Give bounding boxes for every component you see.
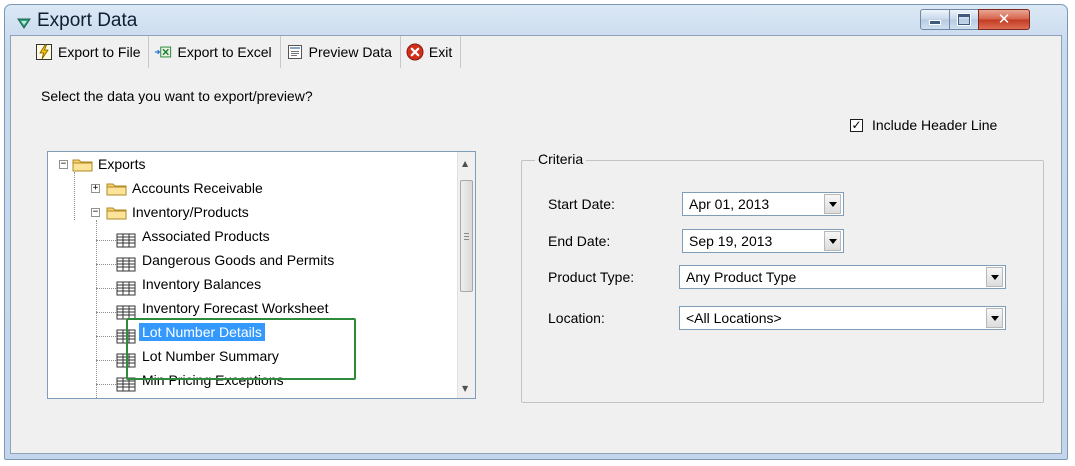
start-date-value: Apr 01, 2013 (689, 196, 770, 212)
table-report-icon (116, 281, 136, 296)
title-bar[interactable]: Export Data ✕ (5, 5, 1067, 35)
maximize-button[interactable] (949, 9, 979, 30)
tree-node-accounts-receivable[interactable]: Accounts Receivable (129, 176, 266, 200)
end-date-label: End Date: (548, 233, 611, 249)
tree-node-label: Inventory Forecast Worksheet (142, 300, 329, 316)
tree-connector (96, 264, 116, 265)
tree-connector (96, 220, 97, 398)
exit-label: Exit (428, 44, 453, 60)
scrollbar-grip (464, 239, 469, 240)
include-header-line-checkbox[interactable]: ✓ (850, 118, 863, 132)
scrollbar-grip (464, 236, 469, 237)
scrollbar-thumb[interactable] (460, 180, 473, 292)
close-icon: ✕ (997, 10, 1011, 28)
tree-node-exports[interactable]: Exports (95, 152, 148, 176)
exit-button[interactable]: Exit (401, 36, 462, 68)
end-date-value: Sep 19, 2013 (689, 233, 773, 249)
tree-node-label: Exports (98, 156, 146, 172)
tree-connector (96, 336, 116, 337)
excel-export-icon (154, 43, 172, 61)
toolbar: Export to File Export to Excel Preview D… (11, 36, 566, 68)
location-dropdown-button[interactable] (986, 308, 1003, 328)
start-date-dropdown-button[interactable] (824, 194, 841, 214)
minimize-icon (929, 20, 941, 25)
tree-vertical-scrollbar[interactable]: ▲ ▼ (457, 152, 475, 398)
chevron-down-icon (828, 238, 837, 244)
tree-node-dangerous-goods[interactable]: Dangerous Goods and Permits (139, 248, 337, 272)
scroll-up-arrow-icon[interactable]: ▲ (462, 160, 468, 168)
end-date-picker[interactable]: Sep 19, 2013 (682, 229, 844, 253)
scroll-down-arrow-icon[interactable]: ▼ (462, 385, 468, 393)
tree-connector (96, 384, 116, 385)
table-report-icon (116, 257, 136, 272)
folder-icon (106, 205, 127, 220)
export-to-excel-button[interactable]: Export to Excel (149, 36, 281, 68)
location-select[interactable]: <All Locations> (679, 306, 1006, 330)
highlight-annotation-box (126, 318, 356, 380)
close-button[interactable]: ✕ (978, 9, 1030, 30)
tree-connector (96, 360, 116, 361)
lightning-page-icon (35, 43, 53, 61)
export-to-file-button[interactable]: Export to File (11, 36, 150, 68)
product-type-dropdown-button[interactable] (986, 267, 1003, 287)
tree-expand-toggle[interactable]: + (91, 184, 100, 193)
include-header-line-option[interactable]: ✓ Include Header Line (850, 117, 997, 133)
chevron-down-icon (828, 201, 837, 207)
red-x-circle-icon (406, 43, 424, 61)
window-title: Export Data (37, 10, 138, 31)
tree-connector (96, 240, 116, 241)
tree-connector (96, 312, 116, 313)
tree-node-label: Dangerous Goods and Permits (142, 252, 335, 268)
product-type-value: Any Product Type (686, 269, 797, 285)
selection-prompt: Select the data you want to export/previ… (41, 88, 313, 104)
export-to-file-label: Export to File (58, 44, 141, 60)
tree-connector (74, 172, 75, 220)
tree-connector (96, 288, 116, 289)
tree-node-label: Accounts Receivable (132, 180, 263, 196)
preview-data-label: Preview Data (308, 44, 392, 60)
app-triangle-icon (17, 16, 31, 34)
tree-node-inventory-products[interactable]: Inventory/Products (129, 200, 252, 224)
chevron-down-icon (990, 274, 999, 280)
tree-collapse-toggle[interactable]: − (59, 160, 68, 169)
folder-icon (106, 181, 127, 196)
product-type-label: Product Type: (548, 269, 635, 285)
folder-icon (72, 157, 93, 172)
include-header-line-label: Include Header Line (872, 117, 998, 133)
tree-node-label: Inventory Balances (142, 276, 262, 292)
start-date-label: Start Date: (548, 196, 615, 212)
start-date-picker[interactable]: Apr 01, 2013 (682, 192, 844, 216)
location-value: <All Locations> (686, 310, 782, 326)
tree-node-inventory-balances[interactable]: Inventory Balances (139, 272, 264, 296)
scrollbar-grip (464, 233, 469, 234)
tree-node-associated-products[interactable]: Associated Products (139, 224, 273, 248)
maximize-icon (958, 14, 970, 25)
preview-data-button[interactable]: Preview Data (281, 36, 401, 68)
table-report-icon (116, 233, 136, 248)
tree-collapse-toggle[interactable]: − (91, 208, 100, 217)
preview-document-icon (286, 43, 304, 61)
minimize-button[interactable] (920, 9, 950, 30)
chevron-down-icon (990, 315, 999, 321)
location-label: Location: (548, 310, 605, 326)
end-date-dropdown-button[interactable] (824, 231, 841, 251)
export-to-excel-label: Export to Excel (177, 44, 272, 60)
product-type-select[interactable]: Any Product Type (679, 265, 1006, 289)
criteria-legend: Criteria (535, 151, 587, 167)
tree-node-inventory-forecast[interactable]: Inventory Forecast Worksheet (139, 296, 331, 320)
tree-node-label: Inventory/Products (132, 204, 249, 220)
tree-node-label: Associated Products (142, 228, 270, 244)
